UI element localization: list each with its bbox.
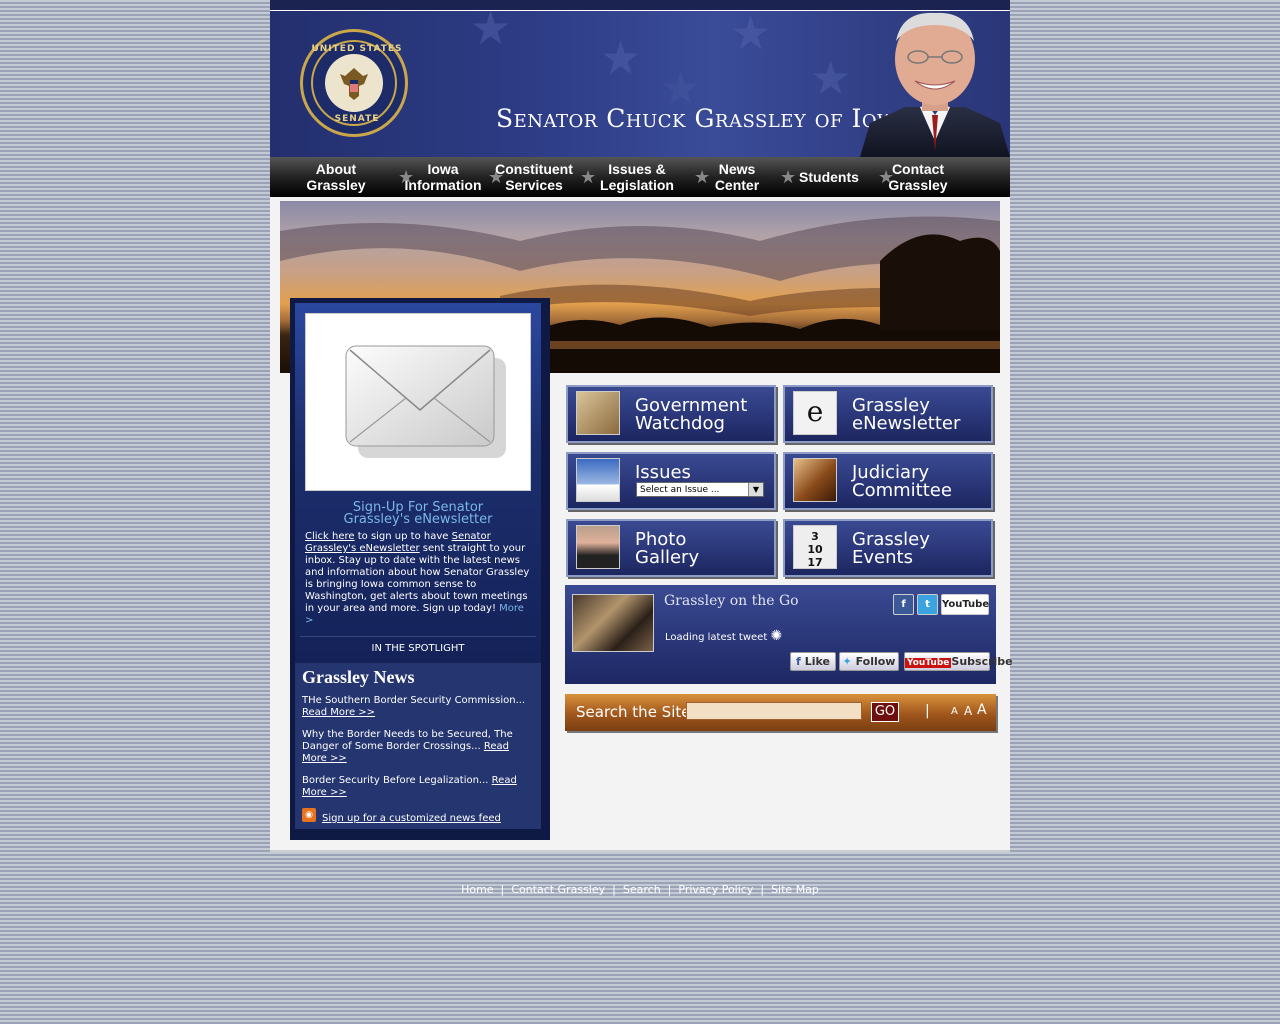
font-size-medium-button[interactable]: A [964, 704, 972, 718]
header-star-decoration: ★ [730, 11, 772, 60]
footer-links: Home | Contact Grassley | Search | Privacy Pol… [461, 883, 819, 896]
tile-title: Judiciary Committee [852, 462, 952, 501]
search-label: Search the Site [576, 703, 691, 721]
chevron-down-icon: ▼ [748, 483, 763, 496]
nav-issues-legislation[interactable]: Issues & Legislation [576, 161, 698, 193]
seal-text-bottom: SENATE [334, 114, 380, 124]
nav-contact-grassley[interactable]: Contact Grassley [874, 161, 962, 193]
facebook-icon[interactable]: f [893, 594, 914, 615]
photo-gallery-tile[interactable]: Photo Gallery [566, 519, 776, 577]
gavel-icon [793, 458, 837, 502]
signup-title: Sign-Up For Senator Grassley's eNewslette… [343, 500, 493, 527]
footer-home-link[interactable]: Home [461, 883, 493, 896]
grassley-events-tile[interactable]: 3 10 17 Grassley Events [783, 519, 993, 577]
issue-select[interactable]: Select an Issue ... ▼ [636, 482, 764, 497]
envelope-image[interactable] [305, 313, 531, 491]
envelope-icon [345, 345, 506, 458]
header-star-decoration: ★ [470, 11, 512, 55]
tile-title: Photo Gallery [635, 529, 700, 568]
senate-seal-logo[interactable]: UNITED STATES SENATE [300, 29, 408, 137]
on-the-go-photo[interactable] [572, 594, 654, 652]
font-size-small-button[interactable]: A [951, 706, 958, 717]
photo-icon [576, 525, 620, 569]
site-header: ★ ★ ★ ★ ★ UNITED STATES SENATE Senator C… [270, 11, 1010, 157]
eagle-icon [340, 68, 368, 100]
tile-title: Issues [635, 462, 691, 483]
judiciary-committee-tile[interactable]: Judiciary Committee [783, 452, 993, 510]
news-item: Why the Border Needs to be Secured, The … [302, 729, 513, 764]
news-item: THe Southern Border Security Commission.… [302, 695, 526, 718]
youtube-subscribe-button[interactable]: YouTube Subscribe [904, 652, 1013, 671]
twitter-bird-icon: ✦ [842, 655, 852, 668]
seal-text-top: UNITED STATES [311, 44, 403, 54]
main-nav: About Grassley ★ Iowa Information ★ Consti… [270, 157, 1010, 197]
top-strip [270, 0, 1010, 11]
spotlight-label: IN THE SPOTLIGHT [300, 636, 536, 654]
facebook-icon: f [796, 655, 801, 668]
rss-signup-link[interactable]: Sign up for a customized news feed [322, 813, 501, 824]
footer-contact-link[interactable]: Contact Grassley [511, 883, 605, 896]
search-go-button[interactable]: GO [871, 702, 899, 722]
nav-iowa-information[interactable]: Iowa Information [394, 161, 492, 193]
footer-search-link[interactable]: Search [623, 883, 661, 896]
page-container: ★ ★ ★ ★ ★ UNITED STATES SENATE Senator C… [270, 0, 1013, 852]
twitter-icon[interactable]: t [917, 594, 938, 615]
newsletter-promo: Sign-Up For Senator Grassley's eNewslette… [295, 303, 541, 663]
search-input[interactable] [686, 702, 862, 720]
site-search-bar: Search the Site GO | A A A [565, 694, 996, 731]
news-title: Grassley News [302, 667, 415, 687]
divider: | [925, 703, 930, 719]
grassley-news-box: Grassley News THe Southern Border Securi… [295, 663, 541, 829]
facebook-like-button[interactable]: f Like [790, 652, 836, 671]
tweet-loading: Loading latest tweet ✺ [665, 628, 783, 644]
header-star-decoration: ★ [810, 51, 852, 105]
grassley-on-the-go: Grassley on the Go f t YouTube Loading l… [565, 585, 1013, 684]
calendar-icon: 3 10 17 [793, 525, 837, 569]
nav-about-grassley[interactable]: About Grassley [270, 161, 402, 193]
senator-portrait [860, 12, 1010, 157]
tile-title: Government Watchdog [635, 395, 748, 434]
read-more-link[interactable]: Read More >> [302, 707, 375, 718]
site-title: Senator Chuck Grassley of Iowa [496, 104, 909, 133]
newsletter-sidebar: Sign-Up For Senator Grassley's eNewslette… [290, 298, 550, 840]
capitol-icon [576, 458, 620, 502]
e-letter-icon: e [793, 391, 837, 435]
youtube-icon[interactable]: YouTube [941, 594, 989, 615]
tile-title: Grassley Events [852, 529, 930, 568]
constitution-icon [576, 391, 620, 435]
spinner-icon: ✺ [770, 628, 783, 644]
footer-sitemap-link[interactable]: Site Map [771, 883, 819, 896]
news-item: Border Security Before Legalization... R… [302, 775, 517, 798]
signup-description: Click here to sign up to have Senator Gr… [305, 531, 530, 626]
header-star-decoration: ★ [600, 31, 642, 85]
footer-privacy-link[interactable]: Privacy Policy [678, 883, 753, 896]
tile-title: Grassley eNewsletter [852, 395, 961, 434]
enewsletter-tile[interactable]: e Grassley eNewsletter [783, 385, 993, 443]
page-bottom-border [270, 850, 1010, 852]
on-the-go-title: Grassley on the Go [664, 593, 799, 609]
nav-students[interactable]: Students [776, 169, 882, 185]
nav-news-center[interactable]: News Center [690, 161, 784, 193]
click-here-link[interactable]: Click here [305, 531, 355, 542]
font-size-large-button[interactable]: A [977, 702, 987, 718]
issues-tile: Issues Select an Issue ... ▼ [566, 452, 776, 510]
government-watchdog-tile[interactable]: Government Watchdog [566, 385, 776, 443]
rss-icon[interactable]: ◉ [302, 808, 316, 822]
twitter-follow-button[interactable]: ✦ Follow [839, 652, 899, 671]
nav-constituent-services[interactable]: Constituent Services [484, 161, 584, 193]
